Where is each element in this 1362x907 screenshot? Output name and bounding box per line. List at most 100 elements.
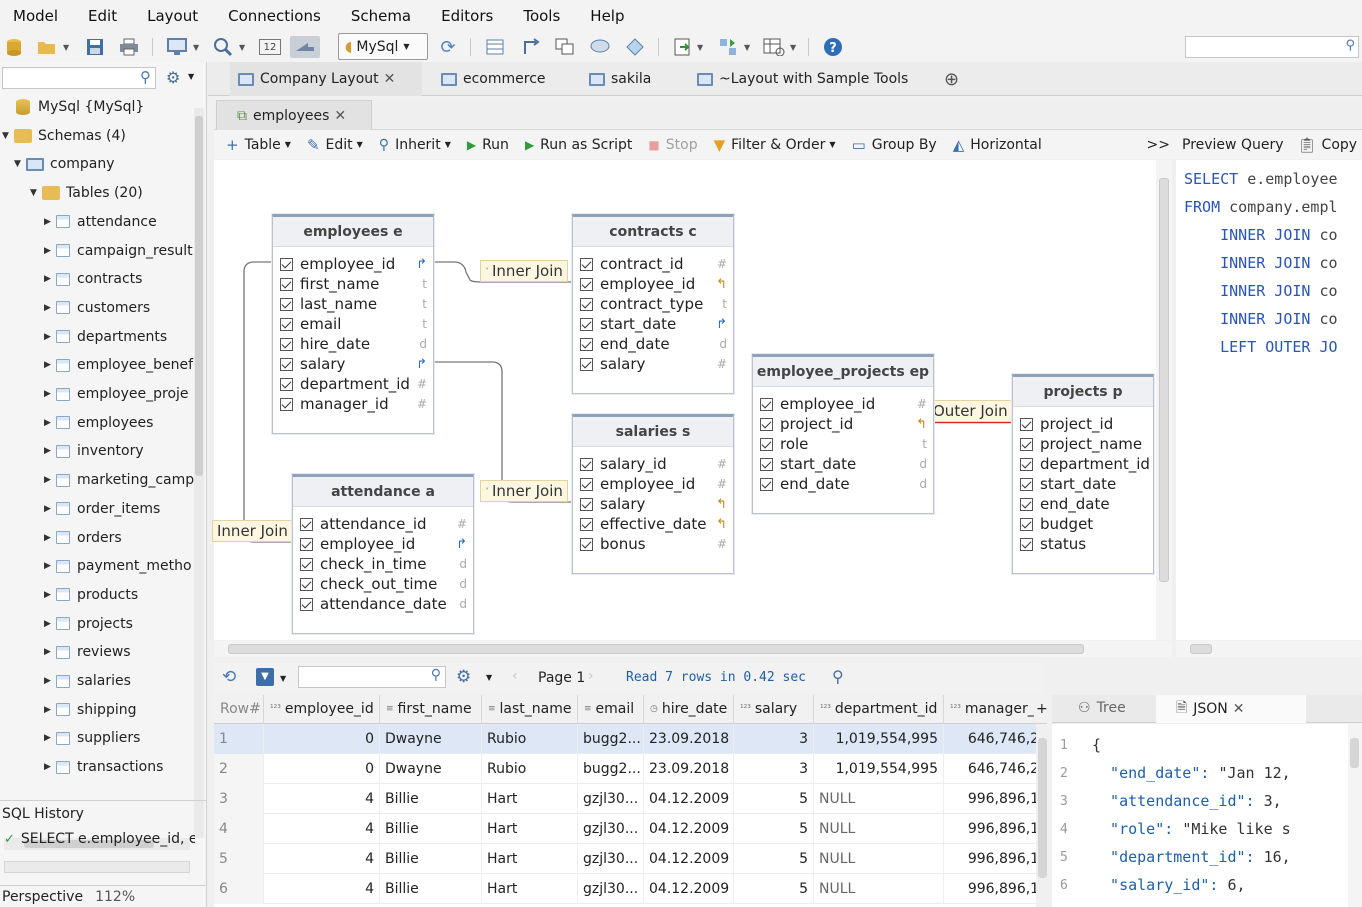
chevron-right-icon[interactable]: ▶	[44, 446, 56, 456]
join-label-inner[interactable]: ˅ Inner Join	[480, 260, 568, 282]
entity-title[interactable]: employee_projects ep	[753, 357, 933, 387]
row-number[interactable]: 6	[214, 874, 264, 904]
tab-employees-query[interactable]: ⧉ employees ✕	[216, 100, 372, 130]
column-checkbox[interactable]	[280, 257, 293, 271]
table-cell[interactable]: 3	[734, 754, 814, 784]
table-cell[interactable]: Hart	[482, 784, 578, 814]
chevron-right-icon[interactable]: ▶	[44, 418, 56, 428]
entity-column[interactable]: salary_id #	[573, 454, 733, 474]
table-cell[interactable]: 996,896,19	[944, 844, 1047, 874]
search-icon[interactable]: ⚲	[832, 667, 844, 686]
join-label-inner[interactable]: Inner Join	[212, 520, 293, 542]
navigator-search-input[interactable]: ⚲	[2, 67, 156, 89]
table-cell[interactable]: 4	[264, 844, 380, 874]
column-checkbox[interactable]	[1020, 437, 1033, 451]
table-cell[interactable]: 4	[264, 874, 380, 904]
table-cell[interactable]: 4	[264, 814, 380, 844]
table-cell[interactable]: NULL	[814, 784, 944, 814]
table-cell[interactable]: Dwayne	[380, 754, 482, 784]
tree-connection[interactable]: MySql {MySql}	[4, 93, 144, 121]
navigator-scrollbar[interactable]	[194, 108, 204, 838]
entity-title[interactable]: salaries s	[573, 417, 733, 447]
chevron-right-icon[interactable]: ▶	[44, 705, 56, 715]
gear-icon[interactable]: ⚙	[166, 68, 180, 87]
table-cell[interactable]: Rubio	[482, 754, 578, 784]
column-checkbox[interactable]	[280, 397, 293, 411]
menu-help[interactable]: Help	[575, 7, 639, 25]
grid-v-scrollbar[interactable]	[1036, 724, 1050, 907]
tree-table-contracts[interactable]: ▶ contracts	[44, 265, 142, 293]
tree-table-employee-proje[interactable]: ▶ employee_proje	[44, 380, 189, 408]
chevron-down-icon[interactable]: ▼	[790, 43, 796, 52]
table-cell[interactable]: 996,896,19	[944, 784, 1047, 814]
entity-column[interactable]: employee_id #	[573, 474, 733, 494]
tree-table-campaign-result[interactable]: ▶ campaign_result	[44, 237, 193, 265]
row-number[interactable]: 3	[214, 784, 264, 814]
column-checkbox[interactable]	[580, 457, 593, 471]
menu-edit[interactable]: Edit	[73, 7, 132, 25]
column-checkbox[interactable]	[280, 337, 293, 351]
tree-schema-company[interactable]: ▼ company	[14, 150, 115, 178]
table-cell[interactable]: NULL	[814, 814, 944, 844]
zoom-icon[interactable]	[212, 36, 234, 58]
entity-column[interactable]: effective_date ↰	[573, 514, 733, 534]
tree-table-projects[interactable]: ▶ projects	[44, 610, 133, 638]
column-checkbox[interactable]	[580, 257, 593, 271]
refresh-icon[interactable]: ⟳	[437, 36, 459, 58]
tab-ecommerce[interactable]: ecommerce	[441, 62, 546, 96]
entity-column[interactable]: salary ↰	[573, 494, 733, 514]
column-checkbox[interactable]	[280, 297, 293, 311]
entity-employee-projects[interactable]: employee_projects ep employee_id # project_…	[752, 354, 934, 514]
column-checkbox[interactable]	[580, 477, 593, 491]
column-checkbox[interactable]	[580, 357, 593, 371]
chevron-right-icon[interactable]: ▶	[44, 533, 56, 543]
group-by-button[interactable]: ▭ Group By	[852, 136, 937, 154]
results-grid[interactable]: Row# ¹²³ employee_id ≡ first_name ≡ last_name ≡…	[214, 695, 1047, 907]
entity-projects[interactable]: projects p project_id project_name departme…	[1012, 374, 1154, 574]
query-diagram-canvas[interactable]: ˅ Inner Join ˅ Inner Join Inner Join Outer…	[212, 160, 1156, 640]
entity-attendance[interactable]: attendance a attendance_id # employee_id ↱ ch…	[292, 474, 474, 634]
next-page-icon[interactable]: ›	[588, 668, 594, 684]
entity-contracts[interactable]: contracts c contract_id # employee_id ↰ contr…	[572, 214, 734, 394]
entity-column[interactable]: end_date d	[573, 334, 733, 354]
chevron-down-icon[interactable]: ▼	[14, 159, 26, 169]
chevron-down-icon[interactable]: ▼	[193, 43, 199, 52]
entity-column[interactable]: manager_id #	[273, 394, 433, 414]
table-cell[interactable]: Billie	[380, 844, 482, 874]
database-icon[interactable]	[3, 36, 25, 58]
column-checkbox[interactable]	[580, 337, 593, 351]
chevron-right-icon[interactable]: ▶	[44, 762, 56, 772]
entity-column[interactable]: employee_id ↱	[273, 254, 433, 274]
join-label-outer[interactable]: Outer Join	[928, 400, 1013, 422]
entity-column[interactable]: contract_type t	[573, 294, 733, 314]
entity-column[interactable]: status	[1013, 534, 1153, 554]
column-header-salary[interactable]: ¹²³ salary	[734, 695, 814, 724]
diagram-h-scrollbar[interactable]	[214, 641, 1172, 657]
tree-table-shipping[interactable]: ▶ shipping	[44, 696, 136, 724]
close-icon[interactable]: ✕	[334, 108, 346, 124]
column-checkbox[interactable]	[300, 557, 313, 571]
filter-order-button[interactable]: ▼ Filter & Order ▼	[714, 136, 836, 154]
column-header-departmentid[interactable]: ¹²³ department_id	[814, 695, 944, 724]
entity-column[interactable]: email t	[273, 314, 433, 334]
menu-tools[interactable]: Tools	[508, 7, 575, 25]
arrow-tool-icon[interactable]	[290, 36, 320, 58]
column-header-row[interactable]: Row#	[214, 695, 264, 724]
table-cell[interactable]: bugg2...	[578, 754, 644, 784]
prev-page-icon[interactable]: ‹	[512, 668, 518, 684]
entity-column[interactable]: first_name t	[273, 274, 433, 294]
perspective-label[interactable]: Perspective	[2, 889, 83, 905]
entity-column[interactable]: budget	[1013, 514, 1153, 534]
chevron-right-icon[interactable]: ▶	[44, 733, 56, 743]
column-checkbox[interactable]	[300, 577, 313, 591]
table-cell[interactable]: 0	[264, 724, 380, 754]
entity-column[interactable]: start_date ↱	[573, 314, 733, 334]
run-as-script-button[interactable]: ▶ Run as Script	[525, 137, 632, 153]
table-cell[interactable]: 4	[264, 784, 380, 814]
tree-table-customers[interactable]: ▶ customers	[44, 294, 150, 322]
column-checkbox[interactable]	[580, 497, 593, 511]
tab-company-layout[interactable]: Company Layout ✕	[230, 62, 422, 96]
entity-column[interactable]: project_name	[1013, 434, 1153, 454]
database-type-select[interactable]: ◖ MySql ▼	[338, 33, 428, 60]
entity-column[interactable]: start_date d	[753, 454, 933, 474]
